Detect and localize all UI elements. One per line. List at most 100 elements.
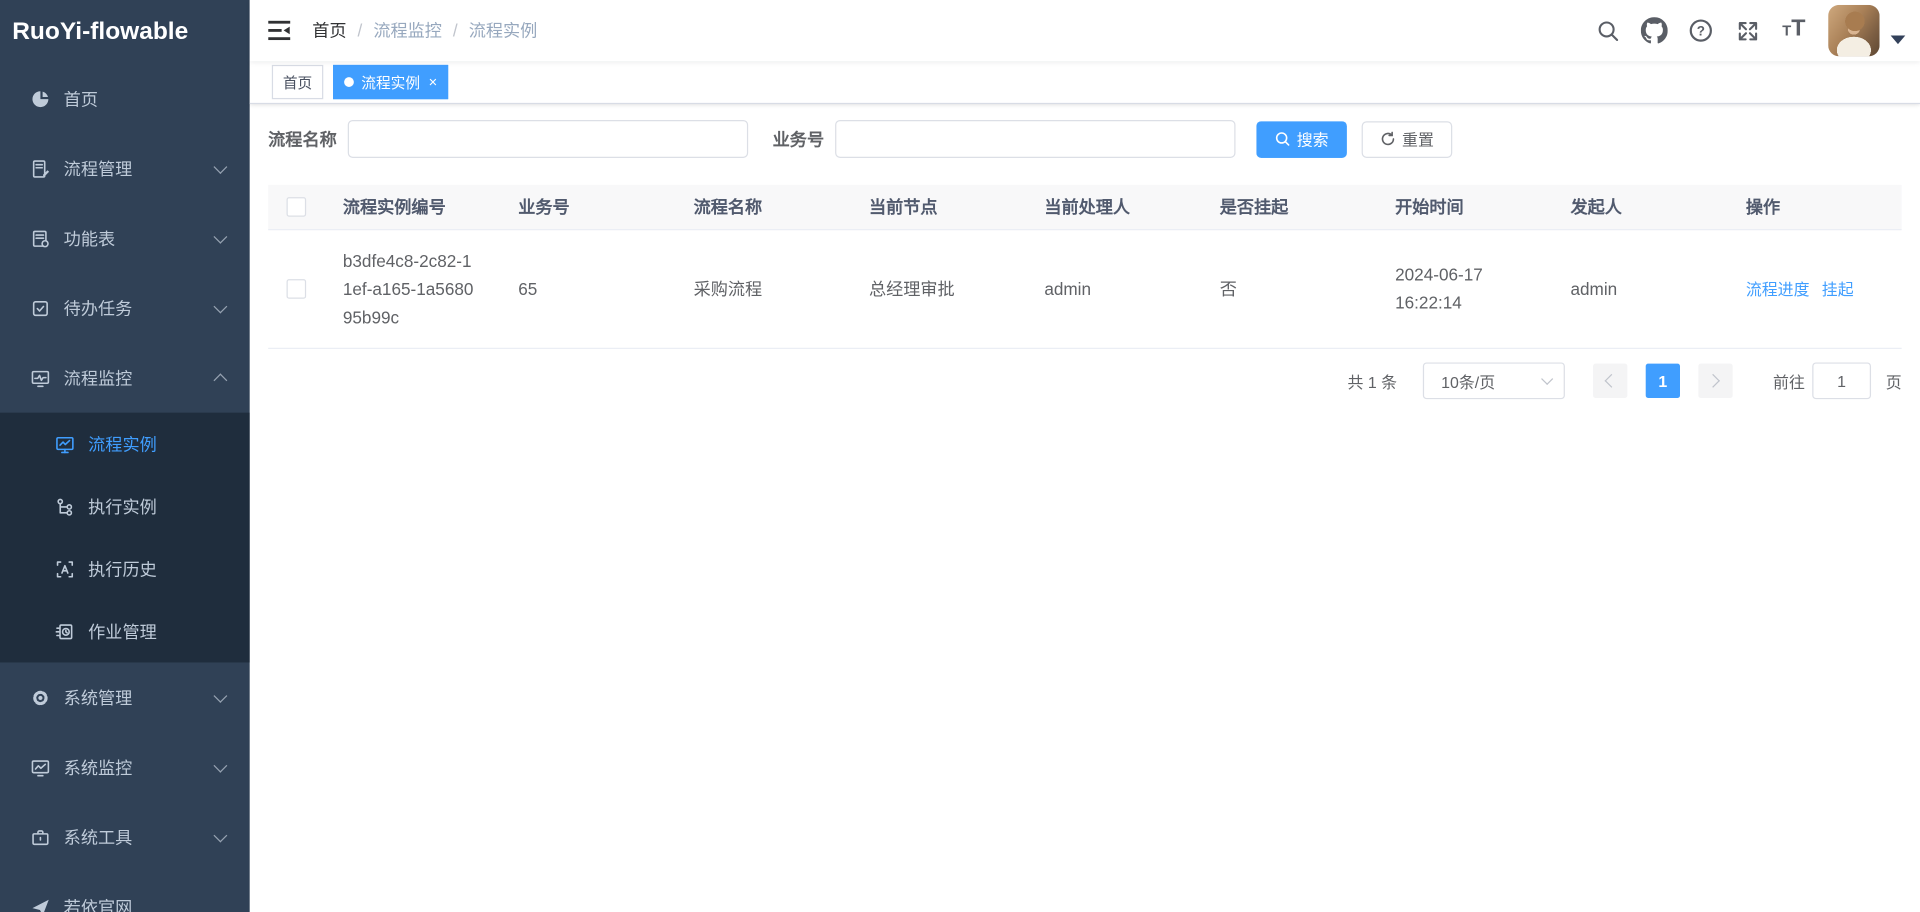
briefcase-icon <box>31 827 51 847</box>
sidebar-item-label: 系统工具 <box>64 825 133 849</box>
paper-plane-icon <box>31 897 51 912</box>
sidebar-item-job-management[interactable]: 作业管理 <box>0 600 250 662</box>
sidebar-menu: 首页 流程管理 功能表 待办任务 <box>0 64 250 912</box>
chevron-down-icon <box>213 299 227 313</box>
suspend-link[interactable]: 挂起 <box>1822 275 1854 303</box>
row-select-cell <box>268 279 323 299</box>
col-actions: 操作 <box>1726 193 1901 221</box>
col-suspended: 是否挂起 <box>1200 193 1375 221</box>
search-form: 流程名称 业务号 搜索 重置 <box>268 120 1901 158</box>
svg-text:?: ? <box>1697 24 1705 39</box>
monitor-line-icon <box>31 757 51 777</box>
sidebar-item-todo-tasks[interactable]: 待办任务 <box>0 273 250 343</box>
sidebar-item-execution-instance[interactable]: 执行实例 <box>0 475 250 537</box>
sidebar-item-system-monitor[interactable]: 系统监控 <box>0 732 250 802</box>
breadcrumb-home[interactable]: 首页 <box>312 18 346 42</box>
sidebar-item-official-site[interactable]: 若依官网 <box>0 872 250 912</box>
tree-branch-icon <box>55 497 75 517</box>
help-icon[interactable]: ? <box>1686 16 1715 45</box>
search-button[interactable]: 搜索 <box>1256 121 1347 158</box>
search-icon[interactable] <box>1593 16 1622 45</box>
monitor-chart-icon <box>55 434 75 454</box>
col-start-time: 开始时间 <box>1376 193 1551 221</box>
cell-current-node: 总经理审批 <box>849 275 1024 303</box>
chevron-down-icon <box>213 688 227 702</box>
chevron-down-icon <box>213 159 227 173</box>
table-row: b3dfe4c8-2c82-11ef-a165-1a568095b99c 65 … <box>268 230 1901 349</box>
next-page-button[interactable] <box>1698 364 1732 398</box>
business-no-input[interactable] <box>835 120 1235 158</box>
col-current-handler: 当前处理人 <box>1025 193 1200 221</box>
tag-process-instance[interactable]: 流程实例 × <box>333 65 448 99</box>
chevron-down-icon <box>1541 373 1553 385</box>
sidebar-item-function-table[interactable]: 功能表 <box>0 203 250 273</box>
caret-down-icon[interactable] <box>1891 35 1906 44</box>
col-business-no: 业务号 <box>499 193 674 221</box>
tag-home[interactable]: 首页 <box>272 65 323 99</box>
col-current-node: 当前节点 <box>849 193 1024 221</box>
business-no-label: 业务号 <box>773 127 824 151</box>
chevron-down-icon <box>213 229 227 243</box>
breadcrumb-separator: / <box>453 21 458 41</box>
font-size-icon[interactable]: TT <box>1779 16 1808 45</box>
breadcrumb-current: 流程实例 <box>469 18 538 42</box>
active-dot <box>344 77 354 87</box>
page-size-select[interactable]: 10条/页 <box>1423 362 1565 399</box>
app-root: RuoYi-flowable 首页 流程管理 功能表 <box>0 0 1920 912</box>
sidebar-collapse-icon[interactable] <box>268 20 292 42</box>
sidebar-item-system-tools[interactable]: 系统工具 <box>0 802 250 872</box>
prev-page-button[interactable] <box>1593 364 1627 398</box>
sidebar-item-system-management[interactable]: 系统管理 <box>0 662 250 732</box>
avatar[interactable] <box>1828 5 1879 56</box>
sidebar-item-label: 待办任务 <box>64 296 133 320</box>
document-edit-icon <box>31 159 51 179</box>
sidebar-item-process-management[interactable]: 流程管理 <box>0 133 250 203</box>
dashboard-icon <box>31 89 51 109</box>
process-instance-table: 流程实例编号 业务号 流程名称 当前节点 当前处理人 是否挂起 开始时间 发起人… <box>268 185 1901 349</box>
app-logo[interactable]: RuoYi-flowable <box>0 0 250 64</box>
chevron-down-icon <box>213 758 227 772</box>
process-name-label: 流程名称 <box>268 127 337 151</box>
fullscreen-icon[interactable] <box>1733 16 1762 45</box>
goto-unit-label: 页 <box>1886 369 1902 392</box>
chevron-up-icon <box>213 373 227 387</box>
sidebar-item-label: 流程实例 <box>88 432 157 456</box>
process-name-input[interactable] <box>348 120 748 158</box>
close-icon[interactable]: × <box>429 75 438 90</box>
sidebar-item-process-monitor[interactable]: 流程监控 <box>0 343 250 413</box>
tag-label: 流程实例 <box>361 72 420 93</box>
cell-suspended: 否 <box>1200 275 1375 303</box>
sidebar-item-label: 功能表 <box>64 226 115 250</box>
page-content: 流程名称 业务号 搜索 重置 流程实例编 <box>250 104 1920 398</box>
arrow-left-icon <box>1605 374 1619 388</box>
pagination: 共 1 条 10条/页 1 前往 页 <box>268 364 1901 398</box>
breadcrumb-process-monitor[interactable]: 流程监控 <box>373 18 442 42</box>
sidebar-item-home[interactable]: 首页 <box>0 64 250 134</box>
col-process-name: 流程名称 <box>674 193 849 221</box>
col-initiator: 发起人 <box>1551 193 1726 221</box>
sidebar-item-execution-history[interactable]: 执行历史 <box>0 538 250 600</box>
process-progress-link[interactable]: 流程进度 <box>1746 275 1810 303</box>
github-icon[interactable] <box>1640 16 1669 45</box>
sidebar-item-label: 流程监控 <box>64 366 133 390</box>
sidebar: RuoYi-flowable 首页 流程管理 功能表 <box>0 0 250 912</box>
sidebar-item-label: 首页 <box>64 86 98 110</box>
page-number-1[interactable]: 1 <box>1646 364 1680 398</box>
sidebar-item-label: 执行历史 <box>88 557 157 581</box>
breadcrumb: 首页 / 流程监控 / 流程实例 <box>312 18 537 42</box>
tag-label: 首页 <box>283 72 312 93</box>
col-instance-id: 流程实例编号 <box>323 193 498 221</box>
select-all-checkbox[interactable] <box>286 197 306 217</box>
goto-page-input[interactable] <box>1812 362 1871 399</box>
select-all-cell <box>268 197 323 217</box>
cell-business-no: 65 <box>499 275 674 303</box>
sidebar-item-process-instance[interactable]: 流程实例 <box>0 413 250 475</box>
goto-label: 前往 <box>1773 369 1805 392</box>
arrow-right-icon <box>1707 374 1721 388</box>
pagination-total: 共 1 条 <box>1348 369 1398 392</box>
history-icon <box>55 559 75 579</box>
job-clock-icon <box>55 621 75 641</box>
reset-button[interactable]: 重置 <box>1362 121 1453 158</box>
row-checkbox[interactable] <box>286 279 306 299</box>
sidebar-item-label: 作业管理 <box>88 619 157 643</box>
